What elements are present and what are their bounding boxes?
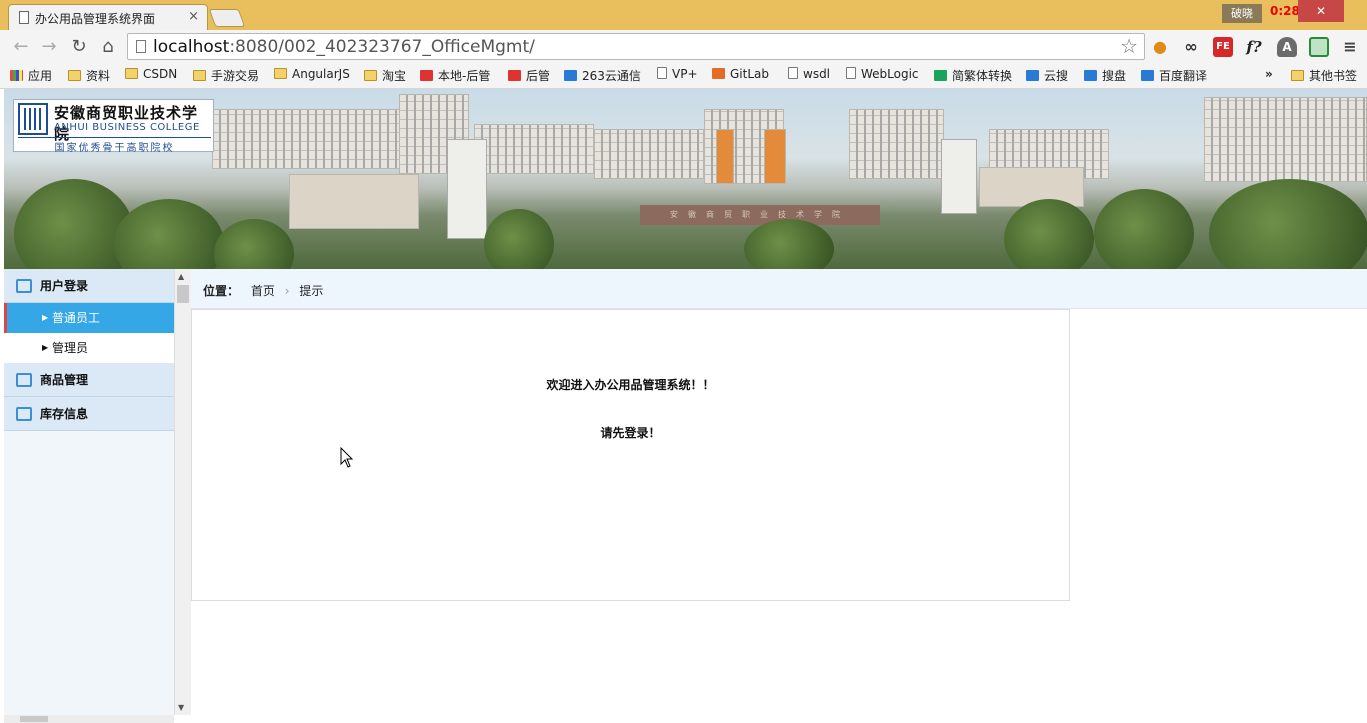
search-disk-icon <box>1084 70 1097 81</box>
bookmark-item[interactable]: 资料 <box>68 67 110 84</box>
url-text: localhost:8080/002_402323767_OfficeMgmt/ <box>153 37 535 57</box>
menu-icon[interactable]: ≡ <box>1340 37 1360 57</box>
list-icon <box>16 279 32 293</box>
scroll-down-icon[interactable]: ▼ <box>178 703 184 712</box>
folder-icon <box>193 70 206 81</box>
login-prompt: 请先登录！ <box>600 426 661 440</box>
page-icon <box>657 67 667 79</box>
campus-banner-image: 安徽商贸职业技术学院 安徽商贸职业技术学院 ANHUI BUSINESS COL… <box>4 89 1367 269</box>
bookmark-item[interactable]: 后管 <box>508 67 550 84</box>
window-controls: ✕ <box>1298 0 1344 22</box>
extension-loop-icon[interactable]: ∞ <box>1181 37 1201 57</box>
gitlab-icon <box>712 68 725 79</box>
folder-icon <box>125 68 138 79</box>
extension-angular-icon[interactable]: A <box>1277 37 1297 57</box>
folder-icon <box>364 70 377 81</box>
sidebar-horizontal-scrollbar[interactable] <box>4 715 174 723</box>
chat-icon <box>16 407 32 421</box>
menu-group-inventory[interactable]: 库存信息 <box>4 397 174 431</box>
home-button[interactable]: ⌂ <box>97 36 119 58</box>
bookmark-item[interactable]: 云搜 <box>1026 67 1068 84</box>
browser-toolbar: ← → ↻ ⌂ localhost:8080/002_402323767_Off… <box>0 30 1367 63</box>
folder-icon <box>1291 70 1304 81</box>
sidebar-vertical-scrollbar[interactable]: ▲ ▼ <box>174 269 191 715</box>
bookmark-item[interactable]: AngularJS <box>274 67 350 81</box>
bookmark-item[interactable]: VP+ <box>657 67 698 81</box>
bookmark-item[interactable]: 淘宝 <box>364 67 406 84</box>
bookmark-item[interactable]: 百度翻译 <box>1141 67 1207 84</box>
address-bar[interactable]: localhost:8080/002_402323767_OfficeMgmt/… <box>127 33 1145 60</box>
scroll-up-icon[interactable]: ▲ <box>178 272 184 281</box>
convert-icon <box>934 70 947 81</box>
page-icon <box>846 67 856 79</box>
site-icon <box>508 70 521 81</box>
bookmark-item[interactable]: 手游交易 <box>193 67 259 84</box>
window-close-button[interactable]: ✕ <box>1298 0 1344 22</box>
bookmark-item[interactable]: WebLogic <box>846 67 919 81</box>
menu-item-staff[interactable]: ▶ 普通员工 <box>4 303 174 333</box>
bookmark-item[interactable]: 本地-后管 <box>420 67 490 84</box>
edit-icon <box>16 373 32 387</box>
welcome-message: 欢迎进入办公用品管理系统！！ <box>546 378 715 392</box>
breadcrumb-current: 提示 <box>299 284 324 298</box>
folder-icon <box>274 68 287 79</box>
college-logo: 安徽商贸职业技术学院 ANHUI BUSINESS COLLEGE 国家优秀骨干… <box>13 99 214 154</box>
forward-button[interactable]: → <box>38 36 60 58</box>
extension-grid-icon[interactable] <box>1309 37 1329 57</box>
bookmark-item[interactable]: 263云通信 <box>564 67 641 84</box>
breadcrumb-home-link[interactable]: 首页 <box>251 284 275 298</box>
bookmarks-bar: 应用 资料 CSDN 手游交易 AngularJS 淘宝 本地-后管 后管 26… <box>0 63 1367 89</box>
cloud-icon <box>564 70 577 81</box>
other-bookmarks-folder[interactable]: 其他书签 <box>1291 67 1357 84</box>
bookmark-item[interactable]: GitLab <box>712 67 769 81</box>
site-icon <box>420 70 433 81</box>
mouse-cursor-icon <box>340 447 354 468</box>
browser-tabstrip: 办公用品管理系统界面 × 破晓 0:28:46 ✕ <box>0 0 1367 30</box>
extension-fe-icon[interactable]: FE <box>1213 37 1233 57</box>
browser-tab[interactable]: 办公用品管理系统界面 × <box>8 4 208 30</box>
bookmark-item[interactable]: 搜盘 <box>1084 67 1126 84</box>
extension-fquery-icon[interactable]: f? <box>1244 37 1264 57</box>
triangle-right-icon: ▶ <box>42 313 49 322</box>
bookmark-item[interactable]: 应用 <box>10 67 52 84</box>
college-emblem-icon <box>18 103 48 135</box>
apps-grid-icon <box>10 70 23 81</box>
chevron-right-icon: › <box>284 284 290 298</box>
star-icon <box>1026 70 1039 81</box>
page-icon <box>19 11 29 24</box>
scroll-thumb[interactable] <box>177 285 189 303</box>
page-icon <box>136 40 146 53</box>
menu-group-goods[interactable]: 商品管理 <box>4 363 174 397</box>
campus-gate-sign: 安徽商贸职业技术学院 <box>640 205 880 225</box>
breadcrumb: 位置： 首页 › 提示 <box>191 269 1367 309</box>
tab-close-icon[interactable]: × <box>188 9 199 24</box>
reload-button[interactable]: ↻ <box>68 36 90 58</box>
bookmark-item[interactable]: CSDN <box>125 67 177 81</box>
back-button[interactable]: ← <box>10 36 32 58</box>
menu-item-admin[interactable]: ▶ 管理员 <box>4 333 174 363</box>
new-tab-button[interactable] <box>208 9 246 27</box>
profile-badge[interactable]: 破晓 <box>1222 4 1262 23</box>
folder-icon <box>68 70 81 81</box>
scroll-thumb[interactable] <box>20 716 48 722</box>
triangle-right-icon: ▶ <box>42 343 49 352</box>
bookmark-item[interactable]: 简繁体转换 <box>934 67 1012 84</box>
menu-group-user-login[interactable]: 用户登录 <box>4 269 174 303</box>
tab-title: 办公用品管理系统界面 <box>35 12 156 26</box>
bookmarks-overflow-button[interactable]: » <box>1265 67 1273 81</box>
main-content-panel: 欢迎进入办公用品管理系统！！ 请先登录！ <box>191 309 1070 601</box>
translate-icon <box>1141 70 1154 81</box>
bookmark-star-icon[interactable]: ☆ <box>1120 34 1138 58</box>
breadcrumb-label: 位置： <box>203 284 240 298</box>
page-icon <box>788 67 798 79</box>
extension-flame-icon[interactable]: ● <box>1150 37 1170 57</box>
bookmark-item[interactable]: wsdl <box>788 67 830 81</box>
left-sidebar-menu: 用户登录 ▶ 普通员工 ▶ 管理员 商品管理 库存信息 <box>4 269 174 723</box>
